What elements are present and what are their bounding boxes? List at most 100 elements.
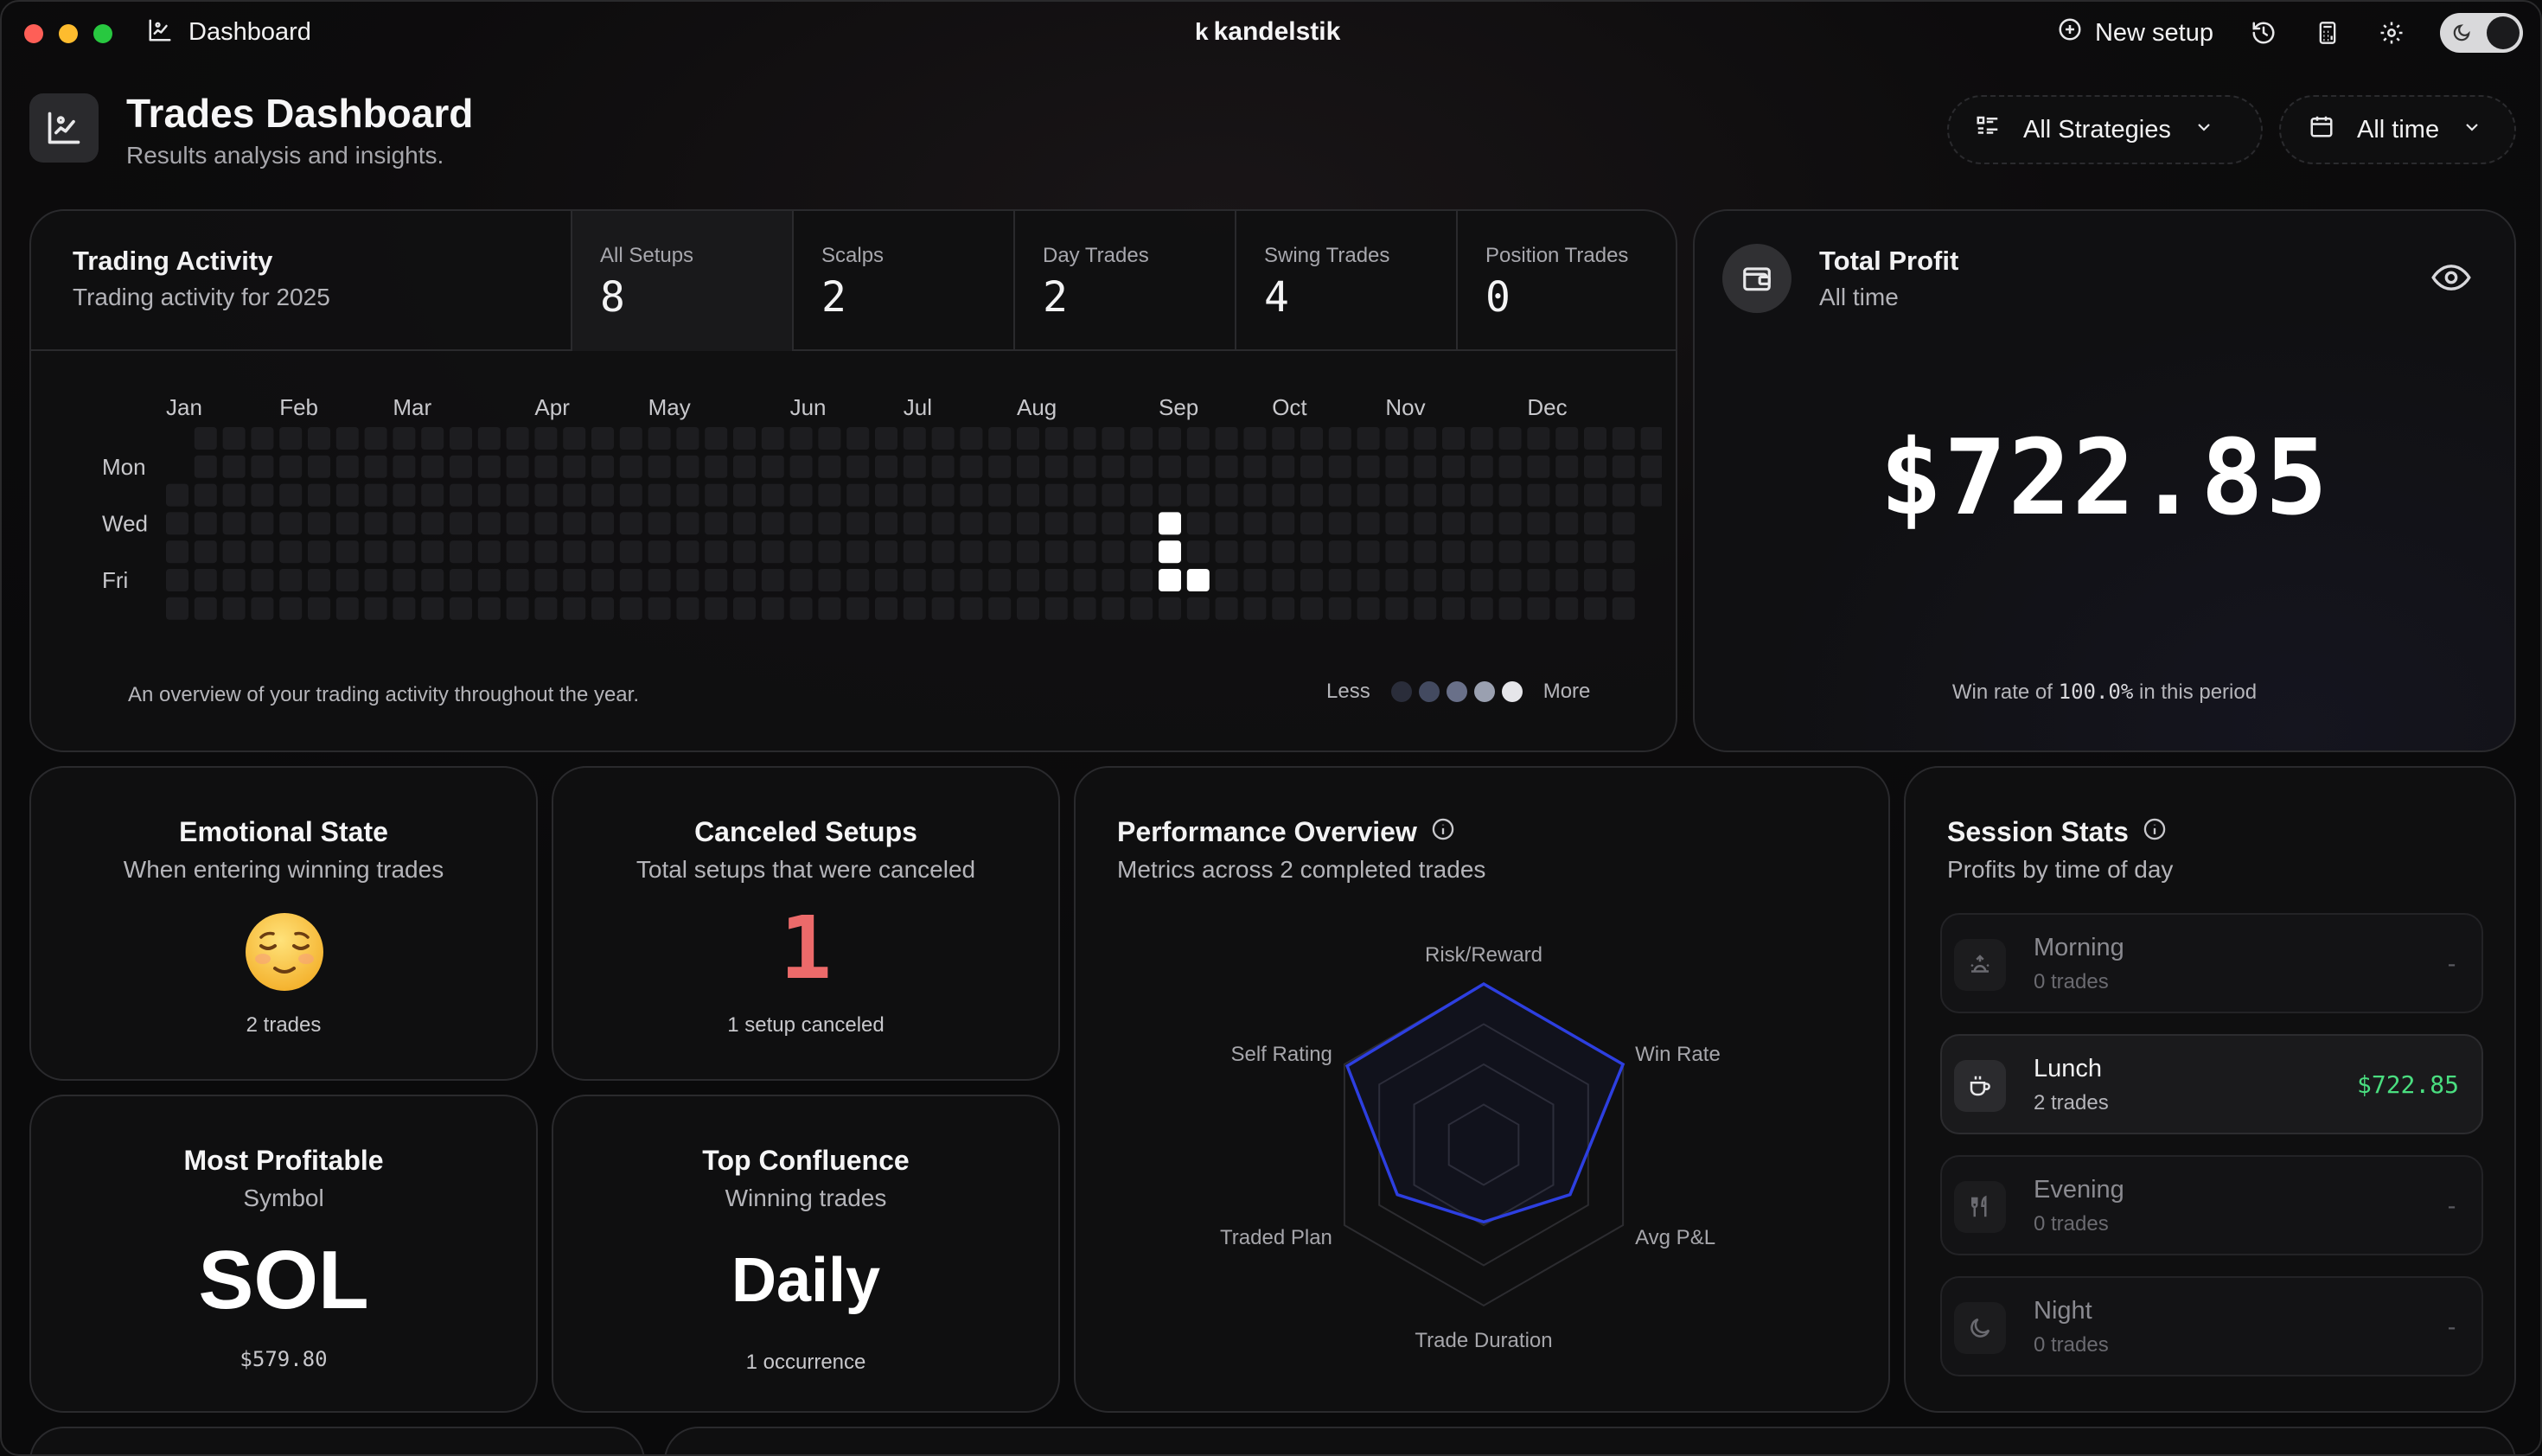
heatmap-cell[interactable]	[1102, 540, 1125, 564]
heatmap-cell[interactable]	[591, 540, 614, 564]
heatmap-cell[interactable]	[222, 597, 246, 620]
session-row-lunch[interactable]: Lunch 2 trades $722.85	[1940, 1034, 2483, 1134]
heatmap-cell[interactable]	[619, 569, 642, 591]
heatmap-cell[interactable]	[1357, 597, 1380, 620]
heatmap-cell[interactable]	[1300, 512, 1323, 535]
heatmap-cell[interactable]	[450, 427, 472, 450]
heatmap-cell[interactable]	[1044, 540, 1068, 564]
heatmap-cell[interactable]	[988, 512, 1012, 535]
heatmap-cell[interactable]	[308, 597, 330, 620]
heatmap-cell[interactable]	[988, 540, 1012, 564]
heatmap-cell[interactable]	[619, 483, 642, 507]
heatmap-cell[interactable]	[1527, 512, 1550, 535]
heatmap-cell[interactable]	[1159, 427, 1181, 450]
heatmap-cell[interactable]	[1470, 597, 1493, 620]
heatmap-cell[interactable]	[1300, 455, 1323, 478]
heatmap-cell[interactable]	[1442, 427, 1465, 450]
heatmap-cell[interactable]	[477, 512, 501, 535]
heatmap-cell[interactable]	[251, 540, 274, 564]
heatmap-cell[interactable]	[1442, 597, 1465, 620]
heatmap-cell[interactable]	[648, 455, 671, 478]
heatmap-cell[interactable]	[988, 597, 1012, 620]
heatmap-cell[interactable]	[1612, 569, 1635, 591]
heatmap-cell[interactable]	[1130, 540, 1153, 564]
heatmap-cell[interactable]	[1328, 427, 1351, 450]
heatmap-cell[interactable]	[676, 597, 699, 620]
heatmap-cell[interactable]	[818, 455, 841, 478]
heatmap-cell[interactable]	[789, 569, 813, 591]
heatmap-cell[interactable]	[1215, 569, 1238, 591]
heatmap-cell[interactable]	[705, 540, 728, 564]
maximize-window-button[interactable]	[93, 24, 112, 43]
heatmap-cell[interactable]	[534, 512, 558, 535]
heatmap-cell[interactable]	[1017, 569, 1039, 591]
heatmap-cell[interactable]	[1612, 540, 1635, 564]
heatmap-cell[interactable]	[1272, 597, 1295, 620]
heatmap-cell[interactable]	[1498, 427, 1522, 450]
heatmap-cell[interactable]	[506, 483, 529, 507]
heatmap-cell[interactable]	[534, 569, 558, 591]
heatmap-cell[interactable]	[931, 483, 955, 507]
heatmap-cell[interactable]	[1300, 597, 1323, 620]
heatmap-cell[interactable]	[1357, 512, 1380, 535]
heatmap-cell[interactable]	[818, 427, 841, 450]
heatmap-cell[interactable]	[705, 597, 728, 620]
heatmap-cell[interactable]	[960, 540, 983, 564]
heatmap-cell[interactable]	[477, 455, 501, 478]
heatmap-cell[interactable]	[335, 483, 359, 507]
heatmap-cell[interactable]	[1159, 569, 1181, 591]
heatmap-cell[interactable]	[308, 427, 330, 450]
heatmap-cell[interactable]	[1017, 483, 1039, 507]
heatmap-cell[interactable]	[1584, 427, 1606, 450]
heatmap-cell[interactable]	[619, 512, 642, 535]
heatmap-cell[interactable]	[477, 569, 501, 591]
heatmap-cell[interactable]	[591, 455, 614, 478]
heatmap-cell[interactable]	[875, 455, 897, 478]
heatmap-cell[interactable]	[421, 455, 444, 478]
heatmap-cell[interactable]	[733, 455, 756, 478]
gear-icon[interactable]	[2376, 17, 2407, 48]
heatmap-cell[interactable]	[705, 569, 728, 591]
heatmap-cell[interactable]	[222, 512, 246, 535]
heatmap-cell[interactable]	[903, 455, 926, 478]
heatmap-cell[interactable]	[903, 427, 926, 450]
dashboard-nav[interactable]: Dashboard	[147, 17, 311, 48]
heatmap-cell[interactable]	[1044, 512, 1068, 535]
heatmap-cell[interactable]	[761, 569, 784, 591]
heatmap-cell[interactable]	[477, 483, 501, 507]
heatmap-cell[interactable]	[534, 483, 558, 507]
heatmap-cell[interactable]	[393, 569, 416, 591]
heatmap-cell[interactable]	[1555, 427, 1579, 450]
heatmap-cell[interactable]	[1328, 540, 1351, 564]
heatmap-cell[interactable]	[393, 597, 416, 620]
heatmap-cell[interactable]	[903, 569, 926, 591]
heatmap-cell[interactable]	[1044, 483, 1068, 507]
heatmap-cell[interactable]	[1357, 483, 1380, 507]
heatmap-cell[interactable]	[1555, 540, 1579, 564]
heatmap-cell[interactable]	[1215, 455, 1238, 478]
heatmap-cell[interactable]	[648, 540, 671, 564]
heatmap-cell[interactable]	[166, 540, 188, 564]
heatmap-cell[interactable]	[1328, 483, 1351, 507]
heatmap-cell[interactable]	[1385, 455, 1408, 478]
heatmap-cell[interactable]	[1102, 569, 1125, 591]
heatmap-cell[interactable]	[1044, 455, 1068, 478]
heatmap-cell[interactable]	[1215, 512, 1238, 535]
heatmap-cell[interactable]	[251, 512, 274, 535]
heatmap-cell[interactable]	[1385, 540, 1408, 564]
heatmap-cell[interactable]	[1017, 597, 1039, 620]
tab-scalps[interactable]: Scalps 2	[792, 211, 1013, 351]
heatmap-cell[interactable]	[393, 483, 416, 507]
heatmap-cell[interactable]	[1527, 540, 1550, 564]
heatmap-cell[interactable]	[875, 597, 897, 620]
heatmap-cell[interactable]	[563, 597, 586, 620]
heatmap-cell[interactable]	[818, 483, 841, 507]
heatmap-cell[interactable]	[1584, 455, 1606, 478]
heatmap-cell[interactable]	[591, 427, 614, 450]
heatmap-cell[interactable]	[1555, 512, 1579, 535]
heatmap-cell[interactable]	[421, 540, 444, 564]
heatmap-cell[interactable]	[789, 483, 813, 507]
heatmap-cell[interactable]	[506, 427, 529, 450]
heatmap-cell[interactable]	[875, 483, 897, 507]
heatmap-cell[interactable]	[591, 483, 614, 507]
